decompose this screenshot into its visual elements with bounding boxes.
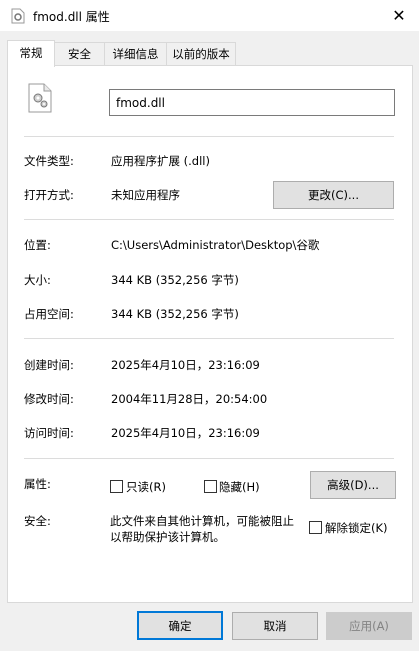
accessed-label: 访问时间:: [24, 426, 74, 440]
separator: [24, 136, 394, 137]
security-text-line1: 此文件来自其他计算机，可能被阻止: [110, 514, 294, 528]
location-value: C:\Users\Administrator\Desktop\谷歌: [111, 238, 320, 252]
readonly-checkbox[interactable]: [110, 480, 123, 493]
readonly-label[interactable]: 只读(R): [126, 479, 166, 495]
modified-value: 2004年11月28日，20:54:00: [111, 392, 268, 406]
modified-label: 修改时间:: [24, 392, 74, 406]
security-label: 安全:: [24, 514, 51, 528]
dll-file-icon: [27, 83, 53, 116]
close-icon: ✕: [392, 6, 406, 25]
window-title: fmod.dll 属性: [33, 10, 110, 24]
tab-previous-versions[interactable]: 以前的版本: [166, 42, 236, 65]
apply-button[interactable]: 应用(A): [326, 612, 412, 640]
security-text-line2: 以帮助保护该计算机。: [110, 530, 225, 544]
size-value: 344 KB (352,256 字节): [111, 273, 239, 287]
opens-with-label: 打开方式:: [24, 188, 74, 202]
file-type-value: 应用程序扩展 (.dll): [111, 154, 210, 168]
tab-details[interactable]: 详细信息: [104, 42, 167, 65]
general-tab-panel: 文件类型: 应用程序扩展 (.dll) 打开方式: 未知应用程序 更改(C)..…: [7, 65, 413, 603]
size-on-disk-value: 344 KB (352,256 字节): [111, 307, 239, 321]
unblock-checkbox[interactable]: [309, 521, 322, 534]
ok-button[interactable]: 确定: [137, 611, 223, 640]
file-settings-icon: [10, 8, 26, 24]
file-type-label: 文件类型:: [24, 154, 74, 168]
created-label: 创建时间:: [24, 358, 74, 372]
cancel-button[interactable]: 取消: [232, 612, 318, 640]
tab-security[interactable]: 安全: [54, 42, 105, 65]
separator: [24, 458, 394, 459]
separator: [24, 338, 394, 339]
hidden-checkbox[interactable]: [204, 480, 217, 493]
title-bar: fmod.dll 属性 ✕: [0, 0, 419, 31]
location-label: 位置:: [24, 238, 51, 252]
opens-with-value: 未知应用程序: [111, 188, 180, 202]
hidden-label[interactable]: 隐藏(H): [219, 479, 260, 495]
size-on-disk-label: 占用空间:: [24, 307, 74, 321]
accessed-value: 2025年4月10日，23:16:09: [111, 426, 260, 440]
size-label: 大小:: [24, 273, 51, 287]
advanced-button[interactable]: 高级(D)...: [310, 471, 396, 499]
tab-general[interactable]: 常规: [7, 40, 55, 67]
separator: [24, 219, 394, 220]
unblock-label[interactable]: 解除锁定(K): [325, 520, 388, 536]
attributes-label: 属性:: [24, 477, 51, 491]
file-name-input[interactable]: [109, 89, 395, 116]
close-button[interactable]: ✕: [379, 0, 419, 31]
change-button[interactable]: 更改(C)...: [273, 181, 394, 209]
created-value: 2025年4月10日，23:16:09: [111, 358, 260, 372]
